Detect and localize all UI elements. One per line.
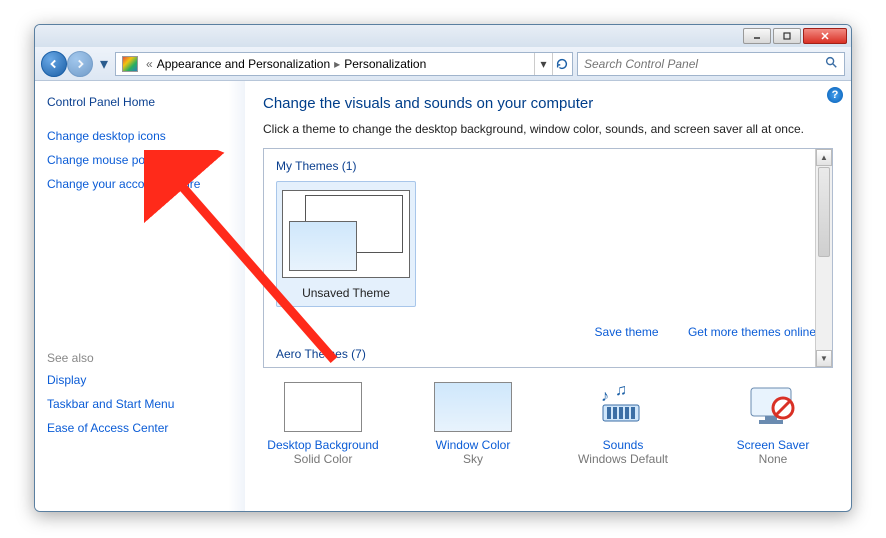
back-button[interactable] — [41, 51, 67, 77]
control-panel-icon — [122, 56, 138, 72]
aero-themes-label: Aero Themes (7) — [276, 347, 366, 361]
titlebar — [35, 25, 851, 47]
maximize-button[interactable] — [773, 28, 801, 44]
control-panel-window: ▾ « Appearance and Personalization ▸ Per… — [34, 24, 852, 512]
desktop-background-label: Desktop Background — [263, 438, 383, 452]
chevron-left-icon: « — [146, 57, 153, 71]
bottom-row: Desktop Background Solid Color Window Co… — [263, 382, 833, 466]
sidebar-link-desktop-icons[interactable]: Change desktop icons — [47, 129, 233, 143]
window-color-sub: Sky — [413, 452, 533, 466]
scroll-down-button[interactable]: ▼ — [816, 350, 832, 367]
sidebar: Control Panel Home Change desktop icons … — [35, 81, 245, 511]
page-subtitle: Click a theme to change the desktop back… — [263, 122, 833, 136]
search-box[interactable] — [577, 52, 845, 76]
main-panel: ? Change the visuals and sounds on your … — [245, 81, 851, 511]
desktop-background-item[interactable]: Desktop Background Solid Color — [263, 382, 383, 466]
sidebar-link-account-picture[interactable]: Change your account picture — [47, 177, 233, 191]
window-color-thumb — [434, 382, 512, 432]
window-color-label: Window Color — [413, 438, 533, 452]
address-bar[interactable]: « Appearance and Personalization ▸ Perso… — [115, 52, 573, 76]
theme-unsaved[interactable]: Unsaved Theme — [276, 181, 416, 307]
screen-saver-label: Screen Saver — [713, 438, 833, 452]
themes-scrollbar[interactable]: ▲ ▼ — [815, 149, 832, 367]
breadcrumb-part-2[interactable]: Personalization — [344, 57, 426, 71]
sounds-sub: Windows Default — [563, 452, 683, 466]
see-also-label: See also — [47, 351, 233, 365]
scroll-thumb[interactable] — [818, 167, 830, 257]
screen-saver-sub: None — [713, 452, 833, 466]
search-icon[interactable] — [824, 55, 838, 72]
content-area: Control Panel Home Change desktop icons … — [35, 81, 851, 511]
breadcrumb-part-1[interactable]: Appearance and Personalization — [157, 57, 330, 71]
forward-button[interactable] — [67, 51, 93, 77]
see-also-ease-of-access[interactable]: Ease of Access Center — [47, 421, 233, 435]
address-dropdown[interactable]: ▾ — [534, 53, 552, 75]
scroll-up-button[interactable]: ▲ — [816, 149, 832, 166]
chevron-right-icon: ▸ — [334, 57, 340, 71]
sidebar-link-mouse-pointers[interactable]: Change mouse pointers — [47, 153, 233, 167]
desktop-background-thumb — [284, 382, 362, 432]
svg-text:♪: ♪ — [601, 388, 609, 405]
search-input[interactable] — [584, 57, 824, 71]
help-icon[interactable]: ? — [827, 87, 843, 103]
nav-row: ▾ « Appearance and Personalization ▸ Per… — [35, 47, 851, 81]
sounds-icon: ♪ ♫ — [593, 382, 653, 432]
see-also-display[interactable]: Display — [47, 373, 233, 387]
my-themes-label: My Themes (1) — [276, 159, 820, 173]
screen-saver-item[interactable]: Screen Saver None — [713, 382, 833, 466]
theme-preview-icon — [282, 190, 410, 278]
minimize-button[interactable] — [743, 28, 771, 44]
nav-history-dropdown[interactable]: ▾ — [97, 54, 111, 74]
see-also-taskbar[interactable]: Taskbar and Start Menu — [47, 397, 233, 411]
page-title: Change the visuals and sounds on your co… — [263, 95, 833, 112]
refresh-button[interactable] — [552, 53, 570, 75]
sounds-item[interactable]: ♪ ♫ Sounds Windows Default — [563, 382, 683, 466]
themes-box: My Themes (1) Unsaved Theme Save theme G… — [263, 148, 833, 368]
sounds-label: Sounds — [563, 438, 683, 452]
get-more-themes-link[interactable]: Get more themes online — [688, 325, 816, 339]
svg-text:♫: ♫ — [615, 385, 627, 399]
screen-saver-icon — [743, 382, 803, 432]
control-panel-home-link[interactable]: Control Panel Home — [47, 95, 233, 109]
close-button[interactable] — [803, 28, 847, 44]
save-theme-link[interactable]: Save theme — [595, 325, 659, 339]
window-color-item[interactable]: Window Color Sky — [413, 382, 533, 466]
desktop-background-sub: Solid Color — [263, 452, 383, 466]
theme-name: Unsaved Theme — [281, 286, 411, 304]
